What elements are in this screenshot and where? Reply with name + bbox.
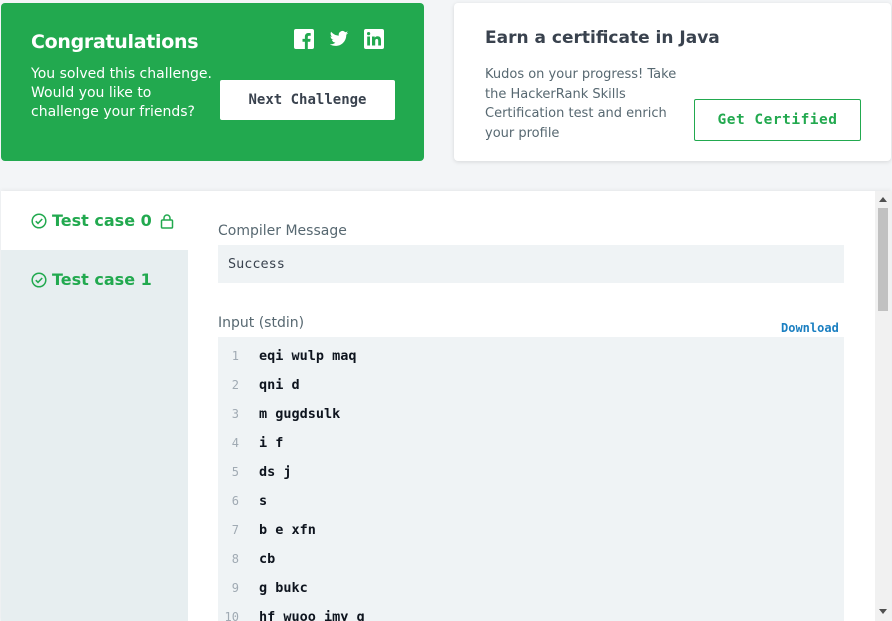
vertical-scrollbar[interactable] [875, 191, 891, 621]
code-line: 9 g bukc [218, 573, 844, 602]
scroll-down-arrow-icon[interactable] [879, 609, 887, 614]
line-number: 1 [231, 348, 239, 363]
code-line: 6s [218, 486, 844, 515]
compiler-message-label: Compiler Message [218, 223, 347, 239]
congratulations-message: You solved this challenge. Would you lik… [31, 66, 212, 120]
line-text: s [259, 492, 268, 509]
line-text: m gugdsulk [259, 405, 341, 422]
test-results-panel: Test case 0 Test case 1 Compiler Message… [1, 191, 891, 621]
line-number: 4 [231, 435, 239, 450]
line-text: hf wuoo imy g [259, 608, 365, 621]
line-text: g bukc [259, 579, 308, 596]
line-text: ds j [259, 463, 292, 480]
certificate-message: Kudos on your progress! Take the HackerR… [485, 67, 677, 141]
certificate-title: Earn a certificate in Java [485, 28, 720, 48]
line-number: 8 [231, 551, 239, 566]
check-circle-icon [31, 271, 47, 288]
input-label: Input (stdin) [218, 315, 305, 331]
line-number: 3 [231, 406, 239, 421]
tab-test-case-1[interactable]: Test case 1 [1, 250, 188, 309]
code-line: 5 ds j [218, 457, 844, 486]
line-number: 10 [224, 609, 239, 621]
facebook-icon[interactable] [294, 29, 314, 49]
line-text: cb [259, 550, 276, 567]
code-line: 4 i f [218, 428, 844, 457]
line-text: b e xfn [259, 521, 316, 538]
certificate-card: Earn a certificate in Java Kudos on your… [454, 3, 891, 161]
line-text: i f [259, 434, 284, 451]
test-case-tabs: Test case 0 Test case 1 [1, 191, 188, 621]
get-certified-button[interactable]: Get Certified [694, 99, 861, 141]
code-line: 3 m gugdsulk [218, 399, 844, 428]
code-line: 2 qni d [218, 370, 844, 399]
line-number: 7 [231, 522, 239, 537]
line-text: eqi wulp maq [259, 347, 357, 364]
congratulations-title: Congratulations [31, 31, 199, 53]
input-code-view: 1 eqi wulp maq 2 qni d 3 m gugdsulk 4 i f 5 d… [218, 337, 844, 621]
line-text: qni d [259, 376, 300, 393]
compiler-message-output: Success [218, 245, 844, 283]
linkedin-icon[interactable] [364, 29, 384, 49]
lock-icon [160, 213, 173, 229]
next-challenge-button[interactable]: Next Challenge [220, 80, 395, 120]
code-line: 7 b e xfn [218, 515, 844, 544]
scroll-up-arrow-icon[interactable] [879, 197, 887, 202]
line-number: 2 [231, 377, 239, 392]
download-link[interactable]: Download [781, 321, 839, 335]
code-line: 10 hf wuoo imy g [218, 602, 844, 621]
congratulations-card: Congratulations You solved this challeng… [1, 3, 424, 161]
line-number: 9 [231, 580, 239, 595]
code-line: 8 cb [218, 544, 844, 573]
tab-test-case-0[interactable]: Test case 0 [1, 191, 188, 250]
scrollbar-thumb[interactable] [878, 208, 888, 311]
code-line: 1 eqi wulp maq [218, 341, 844, 370]
check-circle-icon [31, 212, 47, 229]
tab-label: Test case 0 [52, 211, 152, 230]
line-number: 5 [231, 464, 239, 479]
twitter-icon[interactable] [329, 29, 349, 49]
tab-label: Test case 1 [52, 270, 152, 289]
line-number: 6 [231, 493, 239, 508]
